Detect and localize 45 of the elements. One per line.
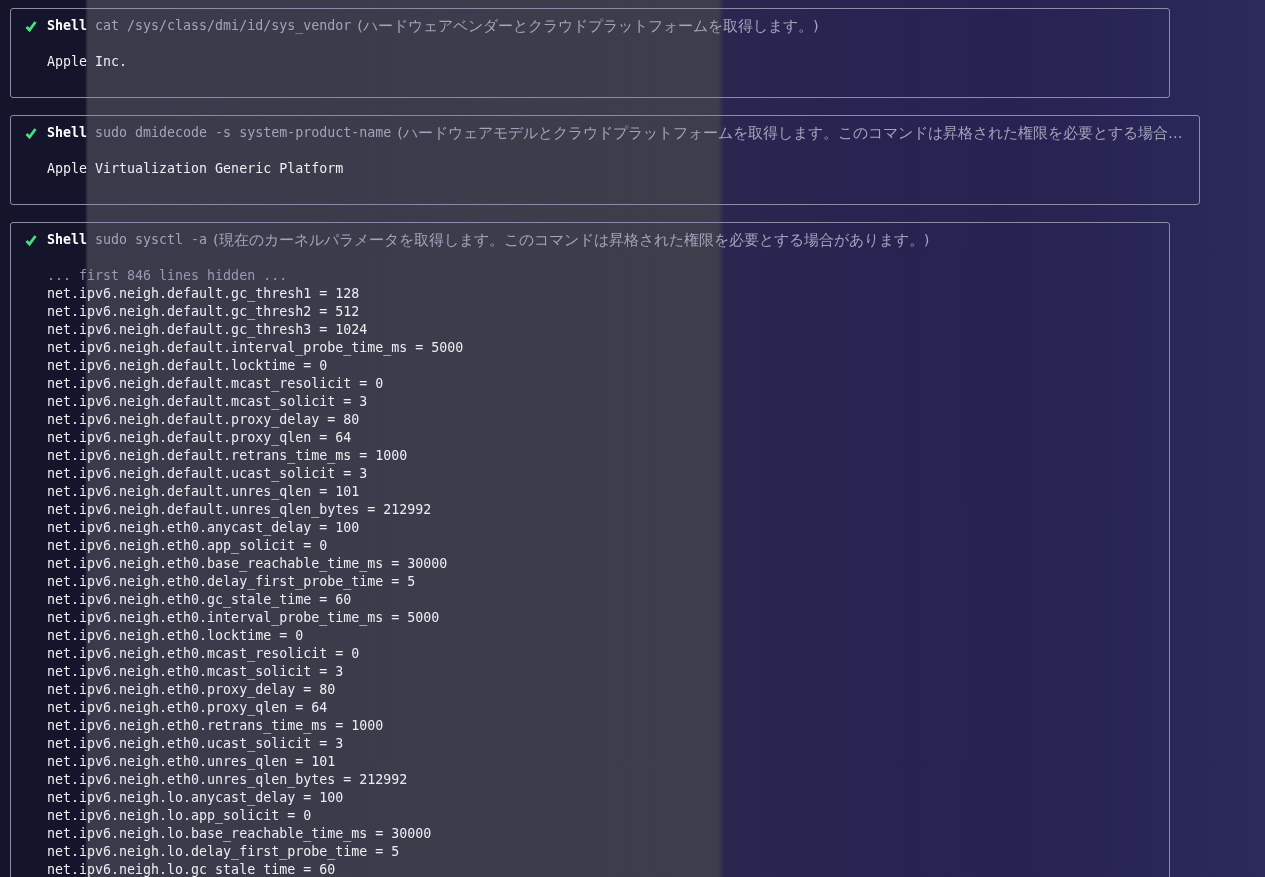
hidden-lines-note: ... first 846 lines hidden ... (47, 267, 288, 285)
output-line: Apple Virtualization Generic Platform (47, 160, 344, 178)
output-line: net.ipv6.neigh.lo.base_reachable_time_ms = 30000 (47, 825, 432, 843)
command-text: cat /sys/class/dmi/id/sys_vendor (95, 17, 352, 35)
output-line: net.ipv6.neigh.default.gc_thresh2 = 512 (47, 303, 360, 321)
output-line: net.ipv6.neigh.eth0.gc_stale_time = 60 (47, 591, 352, 609)
output-line: net.ipv6.neigh.lo.anycast_delay = 100 (47, 789, 344, 807)
output-line: net.ipv6.neigh.eth0.base_reachable_time_ms = 30000 (47, 555, 448, 573)
output-line: net.ipv6.neigh.eth0.delay_first_probe_time = 5 (47, 573, 416, 591)
output-line: net.ipv6.neigh.eth0.mcast_solicit = 3 (47, 663, 344, 681)
command-text: sudo sysctl -a (95, 231, 208, 249)
output-line: net.ipv6.neigh.default.gc_thresh1 = 128 (47, 285, 360, 303)
output-line: net.ipv6.neigh.lo.gc_stale_time = 60 (47, 861, 336, 877)
output-line: net.ipv6.neigh.eth0.locktime = 0 (47, 627, 304, 645)
command-description: (ハードウェアモデルとクラウドプラットフォームを取得します。このコマンドは昇格された権限を必要とする場合… (397, 124, 1183, 142)
output-line: Apple Inc. (47, 53, 128, 71)
output-line: net.ipv6.neigh.lo.app_solicit = 0 (47, 807, 312, 825)
output-line: net.ipv6.neigh.default.proxy_qlen = 64 (47, 429, 352, 447)
tool-name: Shell (47, 17, 88, 35)
output-line: net.ipv6.neigh.default.gc_thresh3 = 1024 (47, 321, 368, 339)
output-line: net.ipv6.neigh.eth0.app_solicit = 0 (47, 537, 328, 555)
output-line: net.ipv6.neigh.lo.delay_first_probe_time = 5 (47, 843, 400, 861)
output-line: net.ipv6.neigh.default.interval_probe_time_ms = 5000 (47, 339, 464, 357)
output-line: net.ipv6.neigh.eth0.proxy_qlen = 64 (47, 699, 328, 717)
output-line: net.ipv6.neigh.eth0.anycast_delay = 100 (47, 519, 360, 537)
output-line: net.ipv6.neigh.eth0.interval_probe_time_ms = 5000 (47, 609, 440, 627)
output-line: net.ipv6.neigh.eth0.unres_qlen_bytes = 212992 (47, 771, 408, 789)
output-line: net.ipv6.neigh.default.unres_qlen_bytes = 212992 (47, 501, 432, 519)
tool-name: Shell (47, 231, 88, 249)
output-line: net.ipv6.neigh.eth0.unres_qlen = 101 (47, 753, 336, 771)
output-line: net.ipv6.neigh.eth0.mcast_resolicit = 0 (47, 645, 360, 663)
output-line: net.ipv6.neigh.default.ucast_solicit = 3 (47, 465, 368, 483)
output-line: net.ipv6.neigh.eth0.proxy_delay = 80 (47, 681, 336, 699)
tool-name: Shell (47, 124, 88, 142)
output-line: net.ipv6.neigh.default.retrans_time_ms = 1000 (47, 447, 408, 465)
output-line: net.ipv6.neigh.eth0.ucast_solicit = 3 (47, 735, 344, 753)
command-description: (ハードウェアベンダーとクラウドプラットフォームを取得します。) (357, 17, 819, 35)
command-description: (現在のカーネルパラメータを取得します。このコマンドは昇格された権限を必要とする場合があります。) (213, 231, 930, 249)
output-line: net.ipv6.neigh.default.mcast_resolicit = 0 (47, 375, 384, 393)
output-line: net.ipv6.neigh.default.proxy_delay = 80 (47, 411, 360, 429)
command-text: sudo dmidecode -s system-product-name (95, 124, 392, 142)
output-line: net.ipv6.neigh.eth0.retrans_time_ms = 1000 (47, 717, 384, 735)
output-line: net.ipv6.neigh.default.locktime = 0 (47, 357, 328, 375)
output-line: net.ipv6.neigh.default.unres_qlen = 101 (47, 483, 360, 501)
output-line: net.ipv6.neigh.default.mcast_solicit = 3 (47, 393, 368, 411)
